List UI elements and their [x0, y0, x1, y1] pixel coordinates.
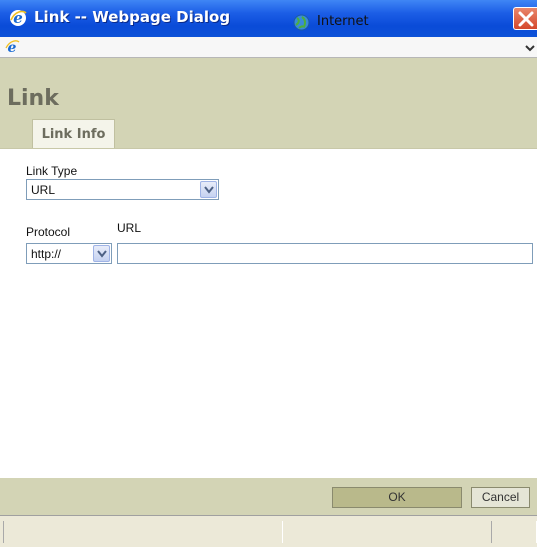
- dialog-header: Link Link Info: [0, 58, 537, 148]
- status-cell: [491, 521, 537, 543]
- close-button[interactable]: [513, 7, 537, 30]
- dialog-footer: OK Cancel: [0, 478, 537, 515]
- tab-link-info[interactable]: Link Info: [32, 119, 115, 148]
- address-bar: e: [0, 37, 537, 58]
- globe-icon: [293, 14, 310, 31]
- dialog-title: Link: [7, 86, 59, 111]
- ie-icon: e: [10, 9, 27, 27]
- chevron-down-icon: [97, 250, 107, 258]
- protocol-label: Protocol: [26, 225, 71, 239]
- select-arrow[interactable]: [93, 245, 110, 262]
- chevron-down-icon[interactable]: [523, 41, 537, 55]
- link-type-label: Link Type: [26, 164, 78, 178]
- ie-icon: e: [5, 40, 20, 54]
- protocol-select[interactable]: http://: [26, 243, 112, 264]
- status-bar: [0, 515, 537, 547]
- chevron-down-icon: [204, 186, 214, 194]
- link-type-select[interactable]: URL: [26, 179, 219, 200]
- select-arrow[interactable]: [200, 181, 217, 198]
- link-type-value: URL: [31, 183, 56, 197]
- window-title: Link -- Webpage Dialog: [34, 8, 231, 26]
- url-input[interactable]: [117, 243, 533, 264]
- security-zone-text: Internet: [317, 14, 369, 29]
- ok-button[interactable]: OK: [332, 487, 462, 508]
- protocol-value: http://: [31, 247, 62, 261]
- status-cell: [3, 521, 283, 543]
- close-icon: [518, 11, 534, 27]
- window-title-bar[interactable]: e Link -- Webpage Dialog: [0, 0, 537, 37]
- cancel-button[interactable]: Cancel: [471, 487, 530, 508]
- url-label: URL: [117, 221, 142, 235]
